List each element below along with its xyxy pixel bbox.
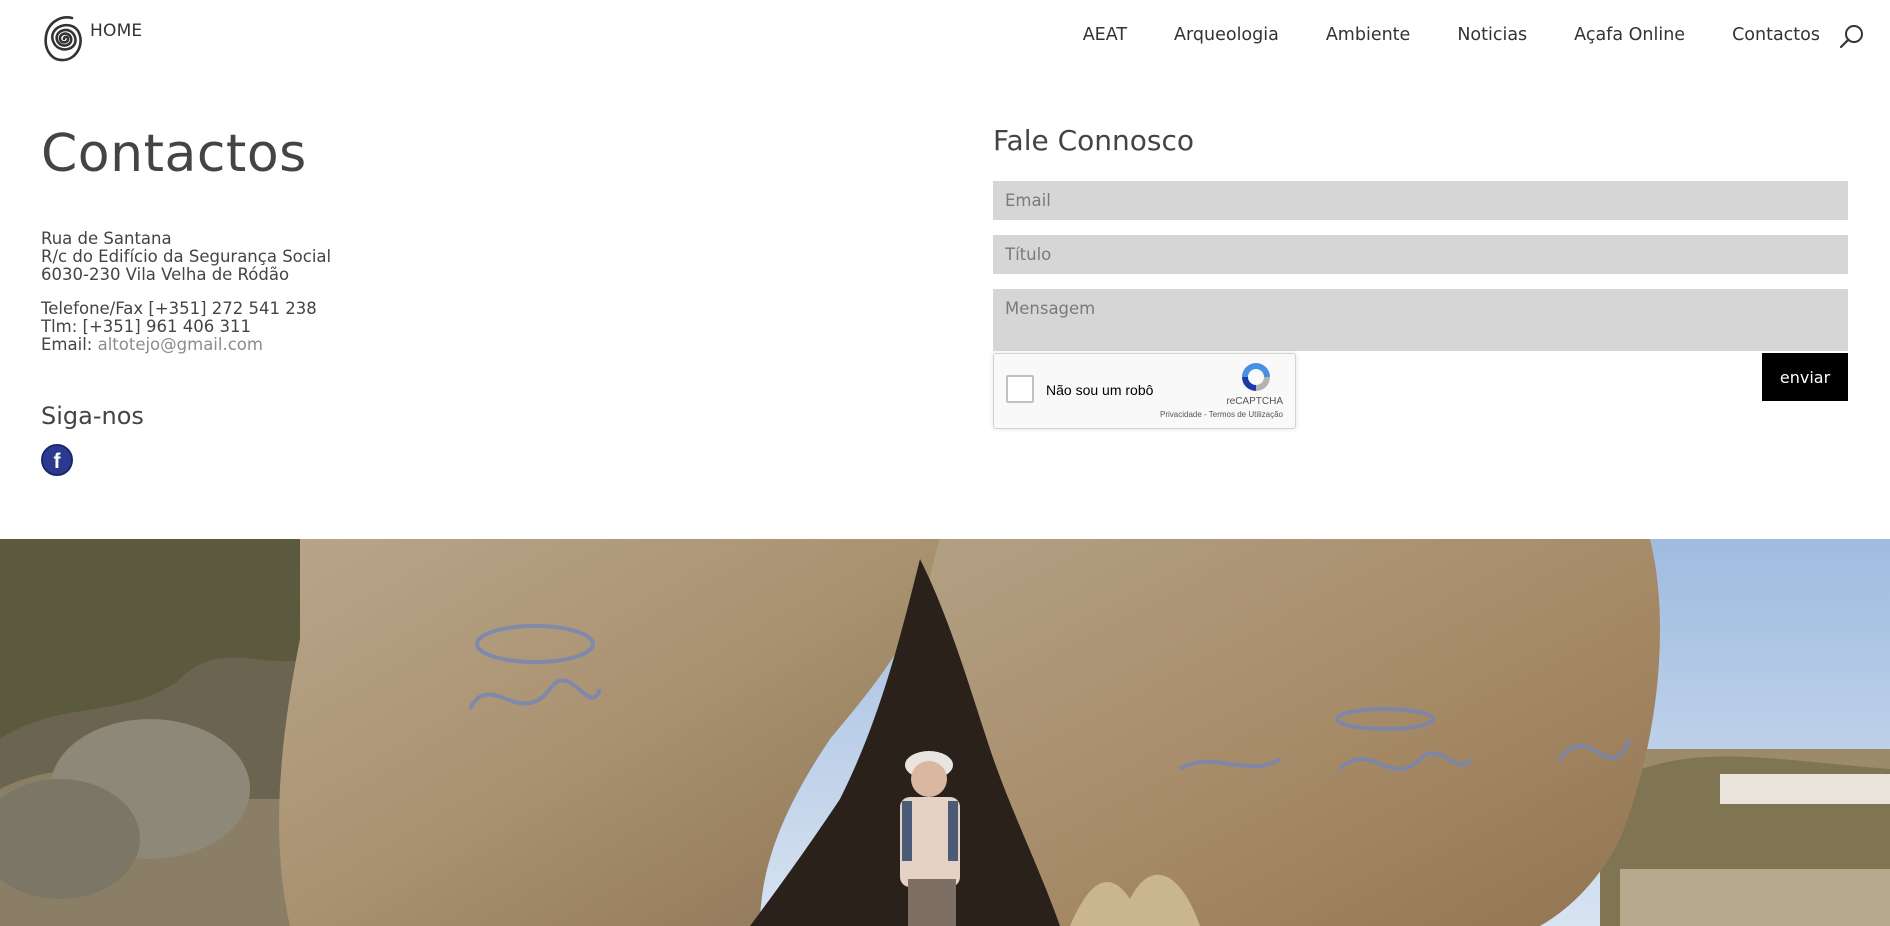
form-title: Fale Connosco — [993, 124, 1195, 157]
home-logo-link[interactable]: HOME — [40, 9, 142, 65]
hero-photo — [0, 539, 1890, 926]
recaptcha-brand: reCAPTCHA — [1226, 396, 1283, 407]
facebook-glyph: f — [53, 449, 61, 473]
address-block: Rua de Santana R/c do Edifício da Segura… — [41, 230, 741, 284]
site-header: HOME AEAT Arqueologia Ambiente Noticias … — [0, 0, 1890, 76]
phone-text: Telefone/Fax [+351] 272 541 238 — [41, 299, 317, 318]
email-link[interactable]: altotejo@gmail.com — [98, 335, 263, 354]
nav-item-noticias[interactable]: Noticias — [1457, 25, 1527, 45]
recaptcha-widget: Não sou um robô reCAPTCHA Privacidade - … — [993, 353, 1296, 429]
nav-item-acafa-online[interactable]: Açafa Online — [1574, 25, 1685, 45]
recaptcha-icon — [1242, 363, 1270, 391]
nav-item-ambiente[interactable]: Ambiente — [1326, 25, 1410, 45]
rock-landscape-image — [0, 539, 1890, 926]
facebook-icon[interactable]: f — [41, 444, 73, 476]
nav-item-contactos[interactable]: Contactos — [1732, 25, 1820, 45]
email-field[interactable] — [993, 181, 1848, 220]
email-label: Email: — [41, 335, 98, 354]
home-label: HOME — [90, 21, 143, 41]
contact-info: Contactos Rua de Santana R/c do Edifício… — [41, 120, 741, 476]
email-row: Email: altotejo@gmail.com — [41, 336, 741, 354]
follow-title: Siga-nos — [41, 402, 144, 430]
phone-block: Telefone/Fax [+351] 272 541 238 Tlm: [+3… — [41, 300, 741, 354]
message-field[interactable] — [993, 289, 1848, 351]
title-field[interactable] — [993, 235, 1848, 274]
mobile-text: Tlm: [+351] 961 406 311 — [41, 317, 251, 336]
address-line: 6030-230 Vila Velha de Ródão — [41, 265, 290, 284]
recaptcha-checkbox[interactable] — [1006, 375, 1034, 403]
nav-item-aeat[interactable]: AEAT — [1083, 25, 1127, 45]
search-icon[interactable] — [1838, 23, 1866, 51]
contact-form: Fale Connosco Não sou um robô reCAPTCHA … — [993, 124, 1848, 429]
address-line: R/c do Edifício da Segurança Social — [41, 247, 332, 266]
recaptcha-terms-link[interactable]: Privacidade - Termos de Utilização — [1160, 410, 1283, 419]
nav-item-arqueologia[interactable]: Arqueologia — [1174, 25, 1279, 45]
submit-button[interactable]: enviar — [1762, 353, 1848, 401]
recaptcha-label: Não sou um robô — [1046, 382, 1154, 398]
spiral-logo-icon — [44, 16, 82, 62]
page-title: Contactos — [41, 124, 307, 184]
address-line: Rua de Santana — [41, 229, 172, 248]
main-nav: AEAT Arqueologia Ambiente Noticias Açafa… — [1036, 25, 1820, 45]
